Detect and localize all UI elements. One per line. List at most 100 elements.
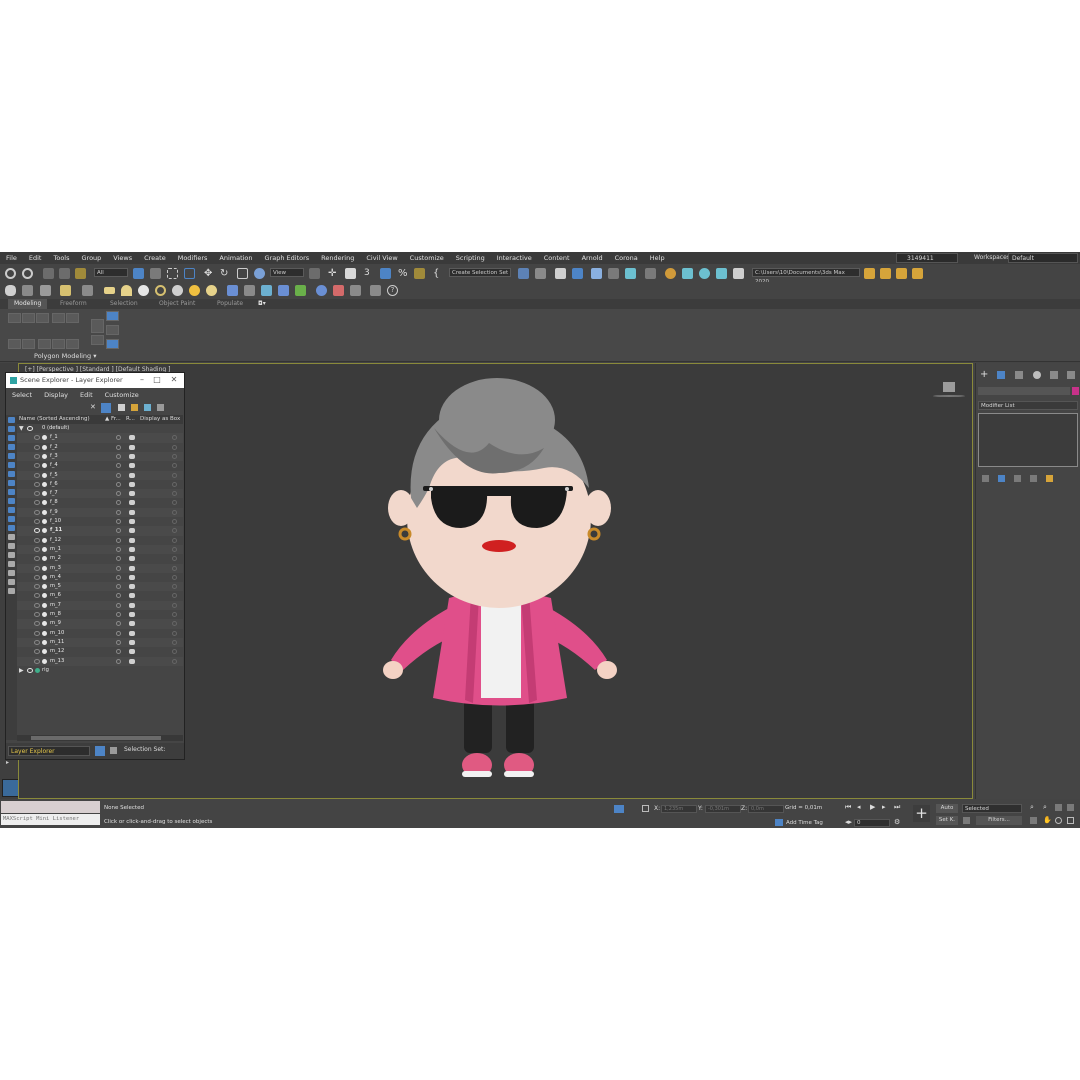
next-frame-icon[interactable]: ▸ [882,804,889,811]
x-coordinate-field[interactable]: 1,235m [661,805,697,813]
set-key-button[interactable]: Set K. [936,816,958,825]
column-name[interactable]: Name (Sorted Ascending) [19,415,90,424]
pivot-center-icon[interactable] [309,268,320,279]
toggle-scene-explorer-icon[interactable] [555,268,566,279]
proxy-icon[interactable] [261,285,272,296]
maxscript-listener-input[interactable] [1,801,100,813]
keyboard-shortcut-override-icon[interactable] [345,268,356,279]
remove-modifier-icon[interactable] [1030,475,1037,482]
display-as-box-toggle-icon[interactable] [172,584,177,590]
render-teapot-icon[interactable] [129,593,135,599]
hierarchy-tab-icon[interactable] [1015,371,1023,379]
display-as-box-toggle-icon[interactable] [172,528,177,534]
window-crossing-icon[interactable] [184,268,195,279]
layer-row[interactable]: f_12 [17,536,183,545]
freeze-toggle-icon[interactable] [116,574,121,580]
render-teapot-icon[interactable] [129,509,135,515]
freeze-toggle-icon[interactable] [116,463,121,469]
freeze-toggle-icon[interactable] [116,537,121,543]
visibility-eye-icon[interactable] [34,602,40,608]
menu-create[interactable]: Create [138,254,172,262]
refresh-folder-icon[interactable] [912,268,923,279]
freeze-toggle-icon[interactable] [116,593,121,599]
select-object-icon[interactable] [133,268,144,279]
toggle-ribbon-icon[interactable] [591,268,602,279]
visibility-eye-icon[interactable] [34,509,40,515]
layer-row[interactable]: m_10 [17,629,183,638]
key-filters-button[interactable]: Filters... [976,816,1022,825]
display-as-box-toggle-icon[interactable] [172,546,177,552]
go-to-start-icon[interactable]: ⏮ [845,804,852,811]
display-lights-icon[interactable] [8,435,15,441]
visibility-eye-icon[interactable] [34,593,40,599]
display-as-box-toggle-icon[interactable] [172,537,177,543]
orbit-icon[interactable] [1055,817,1062,824]
key-mode-icon[interactable]: ◂▸ [845,819,852,826]
tab-populate[interactable]: Populate [217,299,243,309]
ribbon-tool-button[interactable] [66,313,79,323]
display-cameras-icon[interactable] [8,444,15,450]
layer-row[interactable]: f_3 [17,451,183,462]
render-teapot-icon[interactable] [129,639,135,645]
menu-corona[interactable]: Corona [609,254,644,262]
pin-stack-icon[interactable] [982,475,989,482]
display-as-box-toggle-icon[interactable] [172,444,177,450]
display-hidden-icon[interactable] [8,516,15,522]
freeze-toggle-icon[interactable] [116,649,121,655]
polygon-modeling-panel-label[interactable]: Polygon Modeling ▾ [34,352,97,360]
current-frame-field[interactable]: 0 [854,819,890,827]
zoom-extents-icon[interactable] [1055,804,1062,811]
toggle-layer-explorer-icon[interactable] [572,268,583,279]
freeze-toggle-icon[interactable] [116,481,121,487]
tab-freeform[interactable]: Freeform [60,299,87,309]
render-teapot-icon[interactable] [129,556,135,562]
key-filters-icon[interactable] [963,817,970,824]
tab-object-paint[interactable]: Object Paint [159,299,195,309]
visibility-eye-icon[interactable] [34,537,40,543]
render-teapot-icon[interactable] [129,537,135,543]
plane-icon[interactable] [104,287,115,294]
curve-editor-icon[interactable] [608,268,619,279]
sun-icon[interactable] [189,285,200,296]
maximize-viewport-icon[interactable] [1067,817,1074,824]
shaderball-icon[interactable] [172,285,183,296]
show-end-result-icon[interactable] [998,475,1005,482]
snaps-toggle-icon[interactable]: 3 [364,268,375,279]
menu-group[interactable]: Group [76,254,108,262]
maxscript-mini-listener[interactable]: MAXScript Mini Listener [1,814,100,825]
layer-row-rig[interactable]: ▶ rig [17,666,183,675]
layer-row[interactable]: m_1 [17,544,183,555]
dome-icon[interactable] [121,285,132,296]
display-as-box-toggle-icon[interactable] [172,556,177,562]
render-teapot-icon[interactable] [129,472,135,478]
workspace-dropdown[interactable]: Default [1008,253,1078,263]
render-teapot-icon[interactable] [129,630,135,636]
plant-icon[interactable] [295,285,306,296]
render-teapot-icon[interactable] [129,528,135,534]
viewcube-icon[interactable] [943,382,955,392]
tab-selection[interactable]: Selection [110,299,138,309]
freeze-toggle-icon[interactable] [116,435,121,441]
sphere-icon[interactable] [138,285,149,296]
layer-row[interactable]: m_13 [17,656,183,666]
ribbon-polygon-button[interactable] [106,339,119,349]
clear-filter-icon[interactable]: ✕ [90,404,97,411]
select-and-place-icon[interactable] [254,268,265,279]
ribbon-tool-button[interactable] [8,313,21,323]
ribbon-tool-button[interactable] [91,335,104,345]
select-and-link-icon[interactable] [43,268,54,279]
key-filter-dropdown[interactable]: Selected [962,804,1022,813]
previous-frame-icon[interactable]: ◂ [857,804,864,811]
display-invert-icon[interactable] [8,543,15,549]
expand-toggle-icon[interactable]: ▼ [19,424,24,433]
visibility-eye-icon[interactable] [34,649,40,655]
explorer-mode-dropdown[interactable]: Layer Explorer [8,746,90,756]
list-icon[interactable] [82,285,93,296]
new-layer-icon[interactable] [131,404,138,411]
visibility-eye-icon[interactable] [34,565,40,571]
menu-scripting[interactable]: Scripting [450,254,491,262]
layer-row[interactable]: m_11 [17,637,183,648]
menu-modifiers[interactable]: Modifiers [172,254,214,262]
display-frozen-icon[interactable] [8,507,15,513]
isolate-selection-icon[interactable] [614,805,624,813]
